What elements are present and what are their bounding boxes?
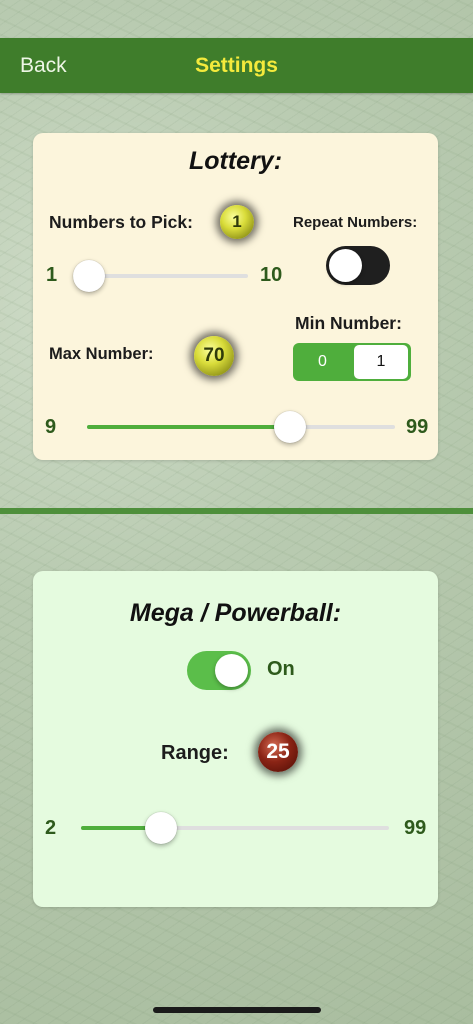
lottery-title: Lottery: [188, 147, 283, 175]
numbers-to-pick-value: 1 [232, 212, 242, 231]
home-indicator [153, 1007, 321, 1013]
range-slider-max-label: 99 [404, 817, 427, 839]
range-ball: 25 [258, 732, 298, 772]
max-slider-min-label: 9 [45, 416, 57, 438]
pick-slider-max-label: 10 [260, 264, 283, 286]
toggle-knob [329, 249, 362, 282]
range-label: Range: [161, 742, 229, 764]
mega-toggle-label: On [267, 658, 295, 680]
lottery-card: Lottery: Numbers to Pick: 1 Repeat Numbe… [33, 133, 438, 460]
page-title: Settings [195, 54, 278, 77]
mega-card: Mega / Powerball: On Range: 25 2 99 [33, 571, 438, 907]
range-slider-min-label: 2 [45, 817, 57, 839]
pick-slider-min-label: 1 [46, 264, 58, 286]
mega-title: Mega / Powerball: [129, 599, 342, 627]
max-number-ball: 70 [194, 336, 234, 376]
pick-slider[interactable] [73, 260, 248, 292]
repeat-numbers-toggle[interactable] [326, 246, 390, 285]
toggle-knob [215, 654, 248, 687]
pick-slider-thumb[interactable] [73, 260, 105, 292]
numbers-to-pick-ball: 1 [220, 205, 254, 239]
max-slider-thumb[interactable] [274, 411, 306, 443]
range-value: 25 [266, 740, 290, 763]
max-slider-fill [87, 425, 292, 429]
max-slider-max-label: 99 [406, 416, 429, 438]
min-number-label: Min Number: [295, 313, 402, 333]
min-number-option-0[interactable]: 0 [293, 343, 352, 381]
divider-stripe [0, 508, 473, 514]
min-number-option-1[interactable]: 1 [354, 345, 408, 379]
max-slider[interactable] [87, 411, 395, 443]
nav-bar: Back Settings [0, 38, 473, 93]
repeat-numbers-label: Repeat Numbers: [293, 214, 418, 231]
mega-toggle[interactable] [187, 651, 251, 690]
max-number-value: 70 [203, 345, 225, 366]
numbers-to-pick-label: Numbers to Pick: [49, 212, 193, 232]
min-number-segmented[interactable]: 0 1 [293, 343, 411, 381]
range-slider-thumb[interactable] [145, 812, 177, 844]
max-number-label: Max Number: [49, 345, 154, 363]
range-slider[interactable] [81, 812, 389, 844]
